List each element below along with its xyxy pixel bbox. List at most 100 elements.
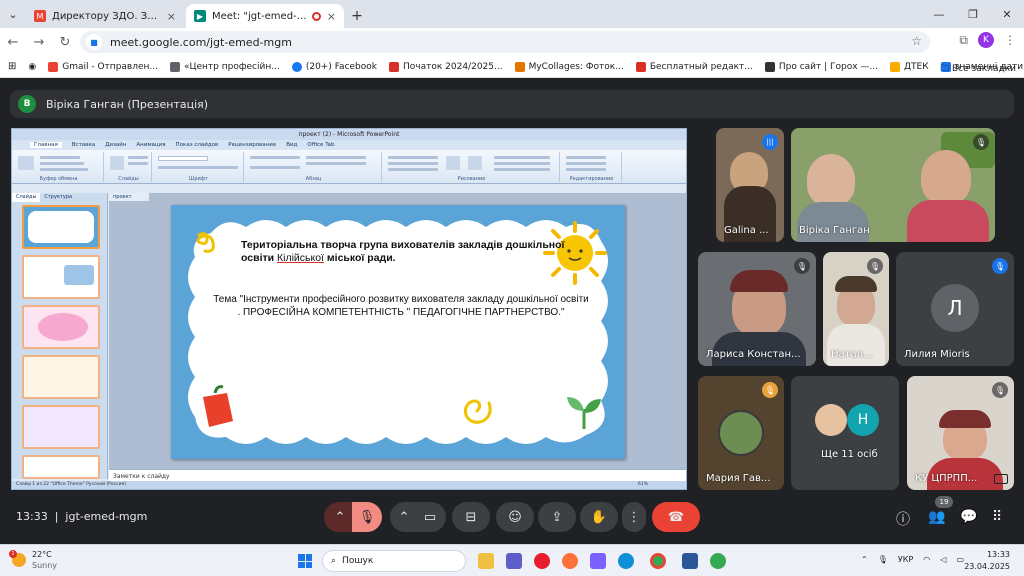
participant-tile[interactable]: 🎙 Віріка Ганган: [791, 128, 995, 242]
microphone-toggle-button[interactable]: 🎙: [352, 502, 382, 532]
all-bookmarks-button[interactable]: 🗀 Все закладки: [940, 61, 1016, 77]
present-screen-button[interactable]: ⇪: [538, 502, 576, 532]
bookmark-item[interactable]: (20+) Facebook: [291, 61, 377, 72]
yellow-spring-icon: [196, 232, 215, 253]
sun-weather-icon: 1: [9, 550, 26, 567]
current-slide: Територіальна творча група вихователів з…: [171, 205, 625, 459]
reload-icon[interactable]: ↻: [52, 35, 78, 50]
close-tab-icon[interactable]: ×: [327, 10, 336, 23]
close-tab-icon[interactable]: ×: [167, 10, 176, 23]
bookmark-item[interactable]: Бесплатный редакт...: [635, 61, 753, 72]
ppt-zoom: 61%: [637, 482, 648, 487]
weather-badge: 1: [9, 550, 17, 558]
close-window-icon[interactable]: ✕: [990, 0, 1024, 28]
extensions-icon[interactable]: ⧉: [959, 33, 968, 48]
weather-widget[interactable]: 1 22°C Sunny: [9, 549, 58, 571]
participant-video: [907, 200, 989, 242]
participant-video: [815, 404, 847, 436]
participant-tile[interactable]: ||| Galina ...: [716, 128, 784, 242]
word-icon[interactable]: [682, 553, 698, 569]
mic-off-icon: 🎙: [992, 382, 1008, 398]
browser-tab-director[interactable]: M Директору ЗДО. Запрошення ×: [26, 4, 184, 28]
bookmark-item[interactable]: «Центр професійн...: [169, 61, 280, 72]
forward-icon[interactable]: →: [26, 35, 52, 50]
participant-tile[interactable]: 🎙 Мария Гав...: [698, 376, 784, 490]
participant-avatar: Л: [931, 284, 979, 332]
taskbar-clock[interactable]: 13:33 23.04.2025: [964, 549, 1010, 573]
bookmark-star-icon[interactable]: ☆: [911, 34, 922, 48]
microphone-tray-icon[interactable]: 🎙: [878, 555, 888, 564]
tray-overflow-icon[interactable]: ⌃: [861, 555, 868, 564]
ribbon-tab: Анимация: [136, 142, 166, 148]
bookmark-item[interactable]: ДТЕК: [890, 61, 929, 72]
yellow-swirl-icon: [463, 399, 492, 424]
slide-editor: проект Територіальна творча група вихова…: [109, 193, 686, 469]
meeting-info-icon[interactable]: ⓘ: [896, 509, 910, 529]
people-icon[interactable]: 👥: [928, 509, 945, 525]
mic-off-icon: 🎙: [867, 258, 883, 274]
back-icon[interactable]: ←: [0, 35, 26, 50]
minimize-icon[interactable]: —: [922, 0, 956, 28]
wifi-icon[interactable]: ◠: [923, 555, 930, 564]
participant-tile[interactable]: 🎙 Натал...: [823, 252, 889, 366]
apps-grid-icon[interactable]: ⊞: [8, 61, 16, 72]
file-explorer-icon[interactable]: [478, 553, 494, 569]
ppt-window-title: проект (2) - Microsoft PowerPoint: [12, 129, 686, 140]
window-controls: — ❐ ✕: [922, 0, 1024, 28]
participant-video: [797, 202, 869, 242]
bookmark-globe-icon[interactable]: ◉: [28, 62, 36, 72]
more-options-button[interactable]: ⋮: [622, 502, 646, 532]
app-icon[interactable]: [710, 553, 726, 569]
tab-search-icon[interactable]: ⌄: [0, 0, 26, 28]
new-tab-button[interactable]: +: [346, 4, 368, 28]
more-participants-tile[interactable]: Н Ще 11 осіб: [791, 376, 899, 490]
edge-icon[interactable]: [618, 553, 634, 569]
chrome-icon[interactable]: [650, 553, 666, 569]
slide-heading: Територіальна творча група вихователів з…: [241, 239, 565, 264]
bookmark-item[interactable]: Gmail - Отправлен...: [48, 61, 158, 72]
reactions-button[interactable]: ☺: [496, 502, 534, 532]
browser-menu-icon[interactable]: ⋮: [1004, 33, 1016, 47]
ribbon-group-paragraph: Абзац: [246, 152, 382, 182]
presentation-title: Віріка Ганган (Презентація): [46, 97, 209, 111]
browser-tab-meet[interactable]: ▶ Meet: "jgt-emed-mgm" ×: [186, 4, 344, 28]
copilot-icon[interactable]: [590, 553, 606, 569]
raise-hand-button[interactable]: ✋: [580, 502, 618, 532]
teams-icon[interactable]: [506, 553, 522, 569]
restore-icon[interactable]: ❐: [956, 0, 990, 28]
taskbar-search-input[interactable]: ⌕ Пошук: [322, 550, 466, 572]
participant-avatar: Н: [847, 404, 879, 436]
weather-condition: Sunny: [32, 561, 58, 570]
meet-favicon-icon: ▶: [194, 10, 206, 22]
bookmark-item[interactable]: Про сайт | Горох —...: [764, 61, 878, 72]
participant-video: [730, 270, 788, 292]
firefox-icon[interactable]: [562, 553, 578, 569]
ribbon-group-font: Шрифт: [154, 152, 244, 182]
profile-avatar[interactable]: K: [978, 32, 994, 48]
activities-icon[interactable]: ⠿: [992, 509, 1002, 525]
participant-tile[interactable]: 🎙 Лариса Констан...: [698, 252, 816, 366]
bookmark-item[interactable]: Початок 2024/2025...: [389, 61, 503, 72]
camera-toggle-button[interactable]: ▭: [414, 502, 446, 532]
site-info-icon[interactable]: ■: [86, 34, 102, 50]
chat-icon[interactable]: 💬: [960, 509, 977, 525]
address-bar[interactable]: ■ meet.google.com/jgt-emed-mgm ☆: [80, 31, 930, 53]
leave-call-button[interactable]: ☎: [652, 502, 700, 532]
battery-icon[interactable]: ▭: [956, 555, 964, 564]
bookmark-item[interactable]: MyCollages: Фоток...: [514, 61, 624, 72]
participant-tile[interactable]: Л 🎙 Лилия Miorіs: [896, 252, 1014, 366]
participant-video: [718, 410, 764, 456]
slide-topic: Тема "Інструменти професійного розвитку …: [213, 294, 589, 318]
meeting-code: jgt-emed-mgm: [65, 510, 148, 523]
browser-toolbar: ← → ↻ ■ meet.google.com/jgt-emed-mgm ☆ ⧉…: [0, 28, 1024, 56]
weather-temperature: 22°C: [32, 550, 52, 559]
participant-name: КУ ЦПРПП...: [915, 473, 978, 484]
opera-icon[interactable]: [534, 553, 550, 569]
volume-icon[interactable]: ◁: [940, 555, 946, 564]
participant-name: Віріка Ганган: [799, 225, 870, 236]
participant-tile[interactable]: 🎙 КУ ЦПРПП...: [907, 376, 1014, 490]
captions-button[interactable]: ⊟: [452, 502, 490, 532]
keyboard-language[interactable]: УКР: [898, 555, 913, 564]
windows-start-icon[interactable]: [298, 554, 312, 568]
browser-tab-strip: ⌄ M Директору ЗДО. Запрошення × ▶ Meet: …: [0, 0, 1024, 28]
